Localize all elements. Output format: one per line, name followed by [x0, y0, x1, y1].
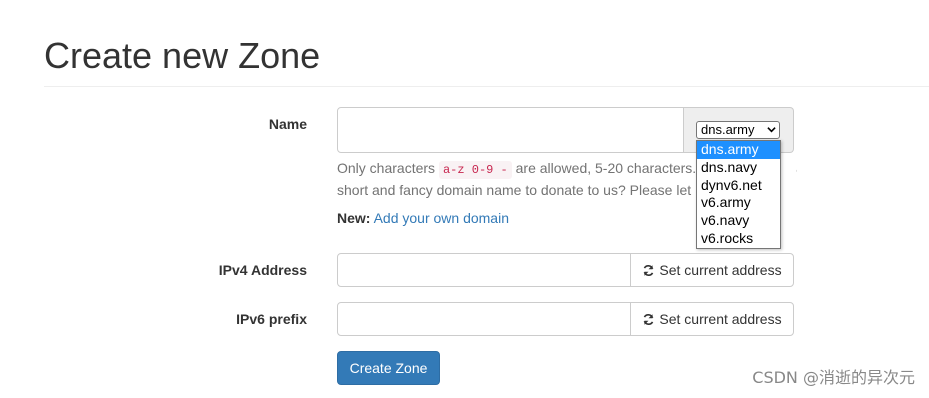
domain-dropdown[interactable]: dns.army dns.navy dynv6.net v6.army v6.n…	[696, 140, 781, 249]
name-input[interactable]	[337, 107, 684, 153]
ipv6-label: IPv6 prefix	[236, 311, 307, 327]
name-label: Name	[268, 116, 307, 132]
domain-option[interactable]: dynv6.net	[697, 177, 780, 195]
refresh-icon	[644, 313, 654, 325]
set-ipv6-button[interactable]: Set current address	[630, 302, 794, 336]
domain-option[interactable]: v6.navy	[697, 212, 780, 230]
domain-select[interactable]: dns.army	[696, 121, 780, 139]
set-ipv4-button[interactable]: Set current address	[630, 253, 794, 287]
help-prefix: Only characters	[337, 160, 436, 176]
set-ipv4-label: Set current address	[659, 262, 782, 278]
help-line2: short and fancy domain name to donate to…	[337, 182, 692, 198]
new-label: New:	[337, 210, 371, 226]
chevron-down-icon	[767, 127, 776, 133]
ipv4-input[interactable]	[337, 253, 631, 287]
domain-option[interactable]: dns.army	[697, 141, 780, 159]
add-domain-link[interactable]: Add your own domain	[374, 210, 509, 226]
domain-option[interactable]: dns.navy	[697, 159, 780, 177]
refresh-icon	[644, 264, 654, 276]
watermark: CSDN @消逝的异次元	[752, 368, 915, 387]
set-ipv6-label: Set current address	[659, 311, 782, 327]
title-divider	[44, 86, 929, 87]
ipv4-label: IPv4 Address	[218, 262, 307, 278]
new-domain-line: New: Add your own domain	[337, 208, 509, 228]
allowed-chars-code: a-z 0-9 -	[438, 161, 512, 179]
domain-option[interactable]: v6.rocks	[697, 230, 780, 248]
create-zone-button[interactable]: Create Zone	[337, 351, 440, 385]
help-suffix: are allowed, 5-20 characters.	[515, 160, 697, 176]
domain-select-value: dns.army	[701, 122, 755, 137]
ipv6-input[interactable]	[337, 302, 631, 336]
page-title: Create new Zone	[44, 35, 321, 76]
domain-option[interactable]: v6.army	[697, 194, 780, 212]
help-tail: a	[796, 160, 797, 176]
